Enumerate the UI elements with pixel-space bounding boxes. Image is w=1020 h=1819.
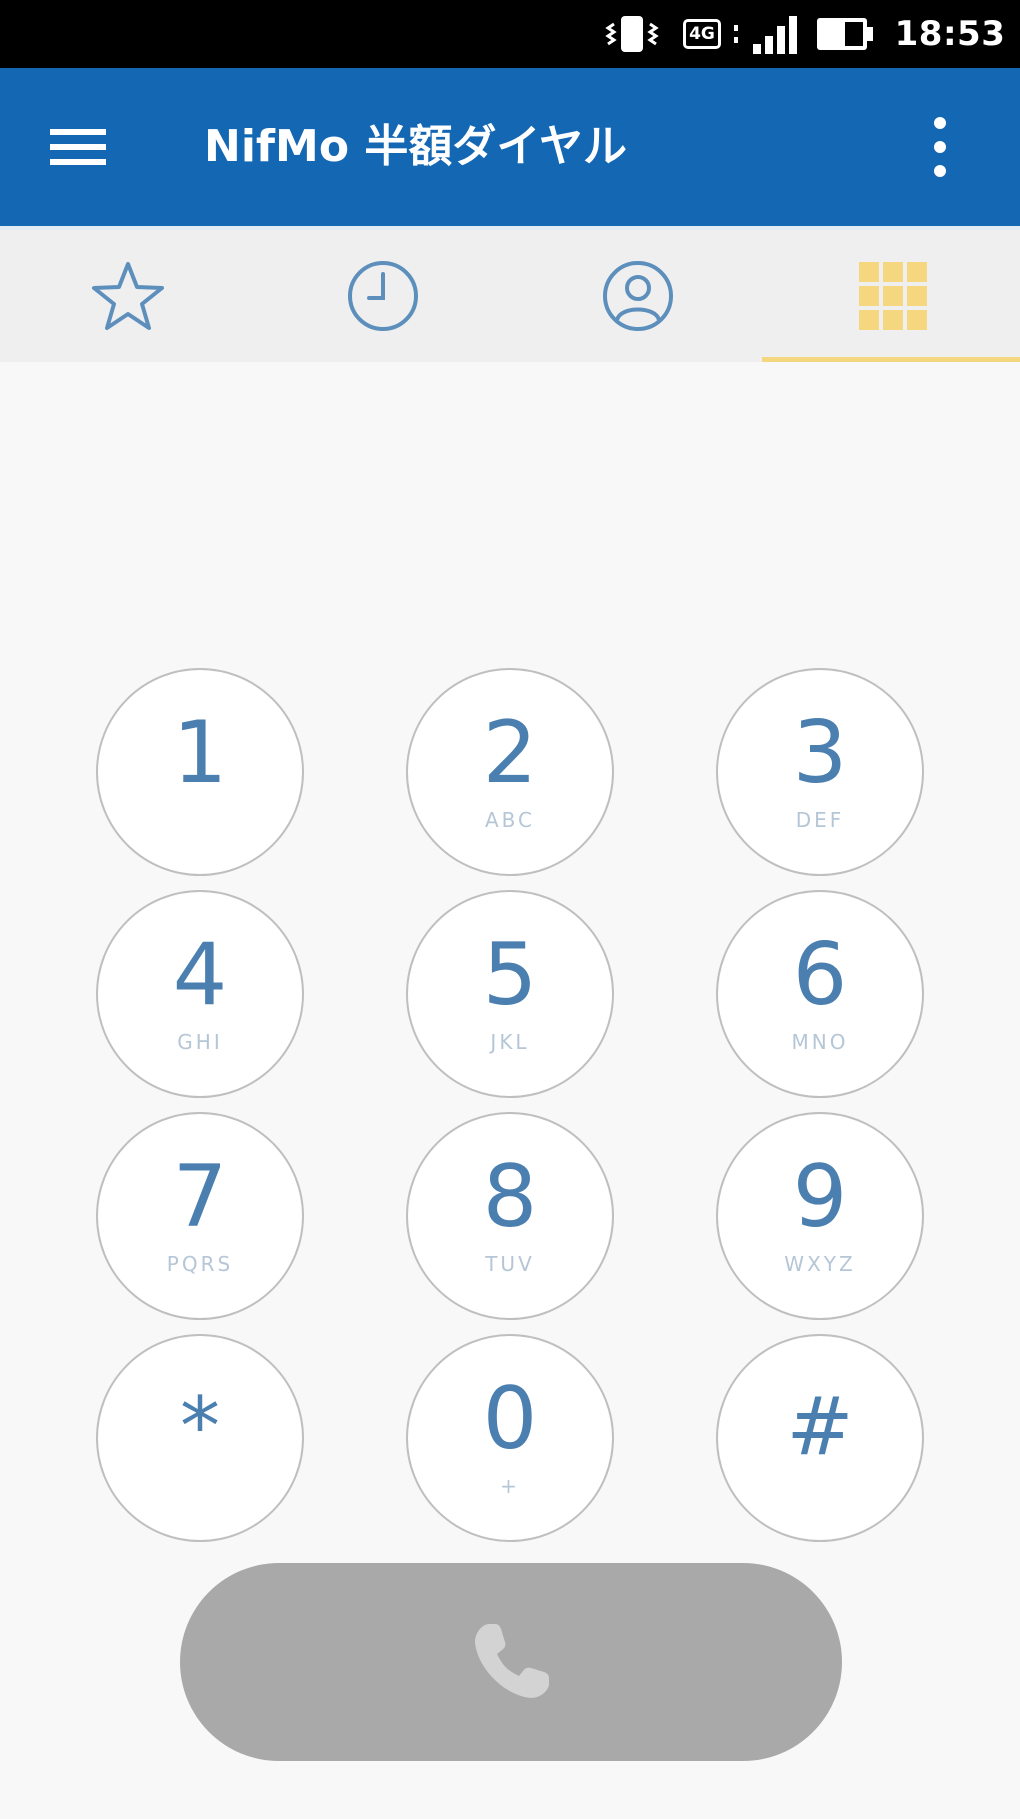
signal-strength-icon [746, 0, 806, 68]
key-letters: + [500, 1474, 520, 1498]
key-9[interactable]: 9 WXYZ [716, 1112, 924, 1320]
key-digit: 0 [482, 1369, 538, 1469]
key-digit: # [786, 1380, 854, 1473]
key-letters: PQRS [166, 1252, 234, 1276]
dialer-screen: 4G 18:53 NifMo 半額ダイヤル 1 2 ABC 3 DEF 4 GH… [0, 0, 1020, 1819]
menu-button[interactable] [28, 109, 128, 185]
key-digit: 4 [172, 925, 228, 1025]
key-digit: 5 [482, 925, 538, 1025]
key-5[interactable]: 5 JKL [406, 890, 614, 1098]
data-activity-icon [730, 0, 742, 68]
key-7[interactable]: 7 PQRS [96, 1112, 304, 1320]
key-digit: 7 [172, 1147, 228, 1247]
key-letters: WXYZ [784, 1252, 856, 1276]
star-icon [91, 262, 164, 330]
more-vert-icon [934, 117, 946, 177]
key-letters: MNO [791, 1030, 849, 1054]
key-2[interactable]: 2 ABC [406, 668, 614, 876]
tab-bar [0, 226, 1020, 362]
vibrate-icon [600, 0, 664, 68]
key-digit: 6 [792, 925, 848, 1025]
network-type-badge: 4G [672, 0, 732, 68]
overflow-menu-button[interactable] [900, 101, 980, 193]
status-time: 18:53 [894, 14, 1006, 54]
key-6[interactable]: 6 MNO [716, 890, 924, 1098]
key-digit: 8 [482, 1147, 538, 1247]
key-letters: TUV [485, 1252, 535, 1276]
status-bar: 4G 18:53 [0, 0, 1020, 68]
clock-icon [347, 261, 418, 331]
key-hash[interactable]: # [716, 1334, 924, 1542]
clock: 18:53 [888, 0, 1012, 68]
selected-tab-indicator [762, 357, 1020, 362]
tab-keypad[interactable] [765, 230, 1020, 362]
key-digit: 9 [792, 1147, 848, 1247]
hamburger-menu-icon [50, 129, 106, 165]
app-title: NifMo 半額ダイヤル [204, 121, 628, 172]
network-type-label: 4G [683, 19, 721, 49]
key-8[interactable]: 8 TUV [406, 1112, 614, 1320]
tab-history[interactable] [255, 230, 510, 362]
key-3[interactable]: 3 DEF [716, 668, 924, 876]
key-digit: 1 [172, 703, 228, 803]
key-digit: 2 [482, 703, 538, 803]
key-letters: JKL [490, 1030, 530, 1054]
key-1[interactable]: 1 [96, 668, 304, 876]
app-bar: NifMo 半額ダイヤル [0, 68, 1020, 226]
keypad-icon [858, 262, 927, 330]
call-button[interactable] [180, 1563, 842, 1761]
battery-icon [812, 0, 878, 68]
tab-contacts[interactable] [510, 230, 765, 362]
tab-favorites[interactable] [0, 230, 255, 362]
key-digit: * [180, 1380, 220, 1473]
key-letters: DEF [795, 808, 845, 832]
key-letters: ABC [484, 808, 535, 832]
key-star[interactable]: * [96, 1334, 304, 1542]
key-4[interactable]: 4 GHI [96, 890, 304, 1098]
key-0[interactable]: 0 + [406, 1334, 614, 1542]
key-letters: GHI [177, 1030, 223, 1054]
phone-handset-icon [475, 1624, 549, 1698]
key-digit: 3 [792, 703, 848, 803]
person-icon [602, 261, 673, 331]
